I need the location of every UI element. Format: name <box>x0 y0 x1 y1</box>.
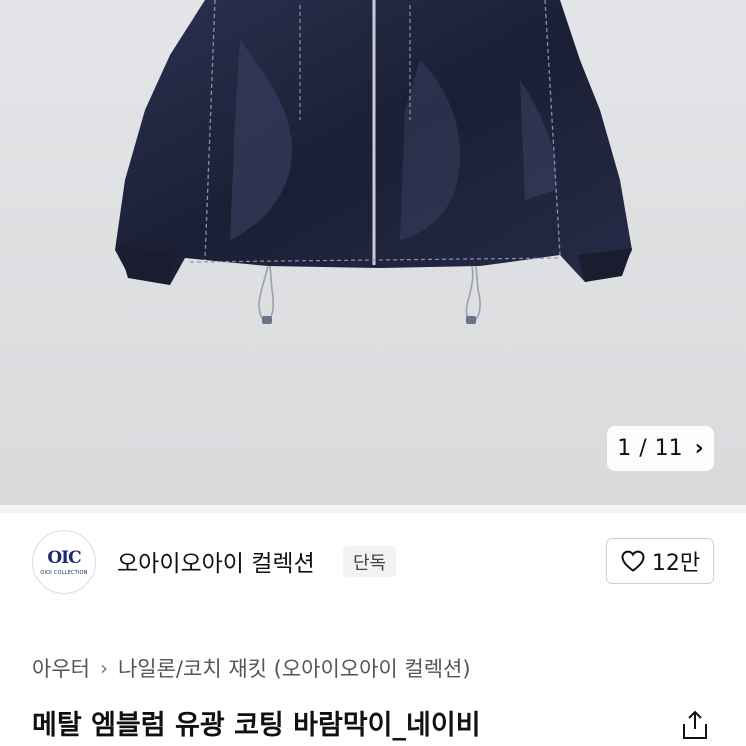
heart-outline-icon <box>621 550 645 572</box>
product-title: 메탈 엠블럼 유광 코팅 바람막이_네이비 <box>32 710 481 741</box>
store-logo-mark: OIC <box>47 548 81 568</box>
total-pages: 11 <box>654 436 683 461</box>
chevron-right-icon: › <box>99 656 108 680</box>
store-logo-subtext: OIOI COLLECTION <box>40 570 88 576</box>
like-count: 12만 <box>651 551 701 576</box>
store-name-link[interactable]: 오아이오아이 컬렉션 <box>117 544 315 578</box>
breadcrumb-item-outer[interactable]: 아우터 <box>32 653 90 683</box>
breadcrumb: 아우터 › 나일론/코치 재킷 (오아이오아이 컬렉션) <box>32 653 471 683</box>
page-separator: / <box>639 436 647 461</box>
like-button[interactable]: 12만 <box>606 538 714 584</box>
exclusive-badge: 단독 <box>343 546 397 577</box>
store-info-row: OIC OIOI COLLECTION 오아이오아이 컬렉션 단독 12만 <box>0 513 746 620</box>
store-logo[interactable]: OIC OIOI COLLECTION <box>32 530 96 594</box>
share-icon[interactable] <box>678 708 712 742</box>
product-image-carousel[interactable]: 1 / 11 › <box>0 0 746 505</box>
image-page-counter[interactable]: 1 / 11 › <box>607 426 714 471</box>
chevron-right-icon[interactable]: › <box>695 436 704 461</box>
breadcrumb-item-category[interactable]: 나일론/코치 재킷 (오아이오아이 컬렉션) <box>118 653 471 683</box>
current-page: 1 <box>617 436 632 461</box>
section-divider <box>0 505 746 513</box>
